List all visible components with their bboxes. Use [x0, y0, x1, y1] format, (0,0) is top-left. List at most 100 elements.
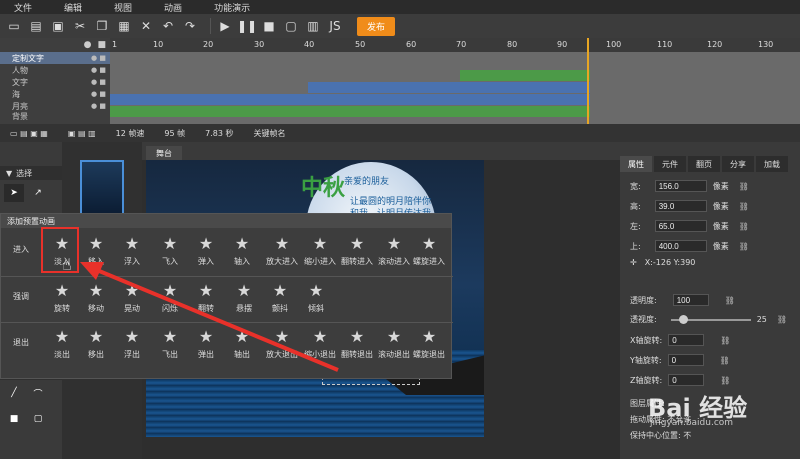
- open-file-icon[interactable]: ▤: [28, 18, 44, 34]
- lock-icon[interactable]: ● ■: [91, 90, 106, 98]
- save-icon[interactable]: ▣: [50, 18, 66, 34]
- left-field[interactable]: [654, 220, 707, 232]
- paste-icon[interactable]: ▦: [116, 18, 132, 34]
- menu-file[interactable]: 文件: [14, 1, 32, 14]
- anim-item[interactable]: ★ 旋转: [45, 281, 79, 314]
- delete-icon[interactable]: ✕: [138, 18, 154, 34]
- anim-item[interactable]: ★ 悬摆: [227, 281, 261, 314]
- cut-icon[interactable]: ✂: [72, 18, 88, 34]
- keyframe-bar[interactable]: [308, 82, 590, 93]
- tab-symbols[interactable]: 元件: [654, 156, 686, 172]
- link-icon[interactable]: ⛓: [777, 315, 787, 324]
- menu-animation[interactable]: 动画: [164, 1, 182, 14]
- line-tool-icon[interactable]: ╱: [4, 384, 24, 402]
- tab-share[interactable]: 分享: [722, 156, 754, 172]
- anim-item[interactable]: ★ 翻转进入: [337, 234, 377, 267]
- top-field[interactable]: [654, 240, 707, 252]
- yrot-field[interactable]: [667, 354, 704, 366]
- lock-icon[interactable]: ● ■: [91, 78, 106, 86]
- frame-ruler[interactable]: 1 10 20 30 40 50 60 70 80 90 100 110 120…: [110, 38, 800, 52]
- layer-row[interactable]: 背景: [0, 112, 110, 120]
- link-icon[interactable]: ⛓: [739, 242, 749, 251]
- redo-icon[interactable]: ↷: [182, 18, 198, 34]
- layer-row[interactable]: 月亮 ● ■: [0, 100, 110, 112]
- tab-load[interactable]: 加载: [756, 156, 788, 172]
- anim-item[interactable]: ★ 螺旋进入: [409, 234, 449, 267]
- anim-item[interactable]: ★ 滚动进入: [374, 234, 414, 267]
- anim-item[interactable]: ★ 移入: [79, 234, 113, 267]
- anim-item[interactable]: ★ 弹入: [189, 234, 223, 267]
- new-file-icon[interactable]: ▭: [6, 18, 22, 34]
- arrow-select-icon[interactable]: ➤: [4, 184, 24, 202]
- undo-icon[interactable]: ↶: [160, 18, 176, 34]
- anim-item[interactable]: ★ 浮入: [115, 234, 149, 267]
- link-icon[interactable]: ⛓: [739, 202, 749, 211]
- export-icon[interactable]: ▥: [305, 18, 321, 34]
- publish-button[interactable]: 发布: [357, 16, 396, 36]
- add-layer-icon[interactable]: ▭ ▤ ▣ ▦: [10, 129, 48, 138]
- select-section-header[interactable]: ▼ 选择: [0, 166, 62, 180]
- layer-row[interactable]: 文字 ● ■: [0, 76, 110, 88]
- anim-item[interactable]: ★ 飞入: [153, 234, 187, 267]
- copy-icon[interactable]: ❐: [94, 18, 110, 34]
- stop-icon[interactable]: ■: [261, 18, 277, 34]
- opacity-select[interactable]: [672, 294, 709, 306]
- playhead[interactable]: [587, 38, 589, 124]
- layer-row[interactable]: 海 ● ■: [0, 88, 110, 100]
- anim-item[interactable]: ★ 颤抖: [263, 281, 297, 314]
- menu-demo[interactable]: 功能演示: [214, 1, 250, 14]
- link-icon[interactable]: ⛓: [720, 356, 730, 365]
- height-field[interactable]: [654, 200, 707, 212]
- layer-row[interactable]: 定制文字 ● ■: [0, 52, 110, 64]
- anim-item[interactable]: ★ 翻转退出: [337, 327, 377, 360]
- preview-icon[interactable]: ▢: [283, 18, 299, 34]
- layer-row[interactable]: 人物 ● ■: [0, 64, 110, 76]
- anim-item[interactable]: ★ 放大进入: [262, 234, 302, 267]
- anim-item[interactable]: ★ 移动: [79, 281, 113, 314]
- anim-item[interactable]: ★ 浮出: [115, 327, 149, 360]
- anim-item[interactable]: ★ 缩小进入: [300, 234, 340, 267]
- menu-view[interactable]: 视图: [114, 1, 132, 14]
- menu-edit[interactable]: 编辑: [64, 1, 82, 14]
- link-icon[interactable]: ⛓: [720, 336, 730, 345]
- timeline-tracks[interactable]: [110, 52, 800, 124]
- pause-icon[interactable]: ❚❚: [237, 18, 257, 34]
- lock-icon[interactable]: ● ■: [91, 102, 106, 110]
- anim-item[interactable]: ★ 弹出: [189, 327, 223, 360]
- keyframe-bar[interactable]: [460, 70, 590, 81]
- link-icon[interactable]: ⛓: [720, 376, 730, 385]
- anim-item[interactable]: ★ 淡出: [45, 327, 79, 360]
- anim-item[interactable]: ★ 移出: [79, 327, 113, 360]
- blur-slider[interactable]: [670, 314, 751, 324]
- anim-item[interactable]: ★ 螺旋退出: [409, 327, 449, 360]
- anim-item[interactable]: ★ 翻转: [189, 281, 223, 314]
- round-rect-tool-icon[interactable]: ▢: [28, 410, 48, 428]
- tab-pages[interactable]: 翻页: [688, 156, 720, 172]
- anim-item[interactable]: ★ 飞出: [153, 327, 187, 360]
- link-icon[interactable]: ⛓: [739, 182, 749, 191]
- anim-item[interactable]: ★ 晃动: [115, 281, 149, 314]
- link-icon[interactable]: ⛓: [739, 222, 749, 231]
- slider-knob[interactable]: [678, 314, 688, 324]
- lock-icon[interactable]: ■: [97, 40, 106, 50]
- lock-icon[interactable]: ● ■: [91, 54, 106, 62]
- page-thumbnail[interactable]: [80, 160, 124, 220]
- tab-stage[interactable]: 舞台: [146, 146, 182, 160]
- anim-item[interactable]: ★ 滚动退出: [374, 327, 414, 360]
- anim-item[interactable]: ★ 闪烁: [153, 281, 187, 314]
- play-icon[interactable]: ▶: [217, 18, 233, 34]
- anim-item[interactable]: ★ 轴入: [225, 234, 259, 267]
- width-field[interactable]: [654, 180, 707, 192]
- keyframe-bar[interactable]: [110, 106, 590, 117]
- visibility-icon[interactable]: ●: [84, 40, 92, 50]
- keyframe-bar[interactable]: [110, 94, 590, 105]
- tab-properties[interactable]: 属性: [620, 156, 652, 172]
- anim-item[interactable]: ★ 轴出: [225, 327, 259, 360]
- curve-tool-icon[interactable]: ⌒: [28, 384, 48, 402]
- js-icon[interactable]: JS: [327, 18, 343, 34]
- anim-item[interactable]: ★ 放大退出: [262, 327, 302, 360]
- anim-item[interactable]: ★ 倾斜: [299, 281, 333, 314]
- rect-tool-icon[interactable]: ■: [4, 410, 24, 428]
- frame-tools-icon[interactable]: ▣ ▤ ▥: [68, 129, 96, 138]
- anim-item[interactable]: ★ 缩小退出: [300, 327, 340, 360]
